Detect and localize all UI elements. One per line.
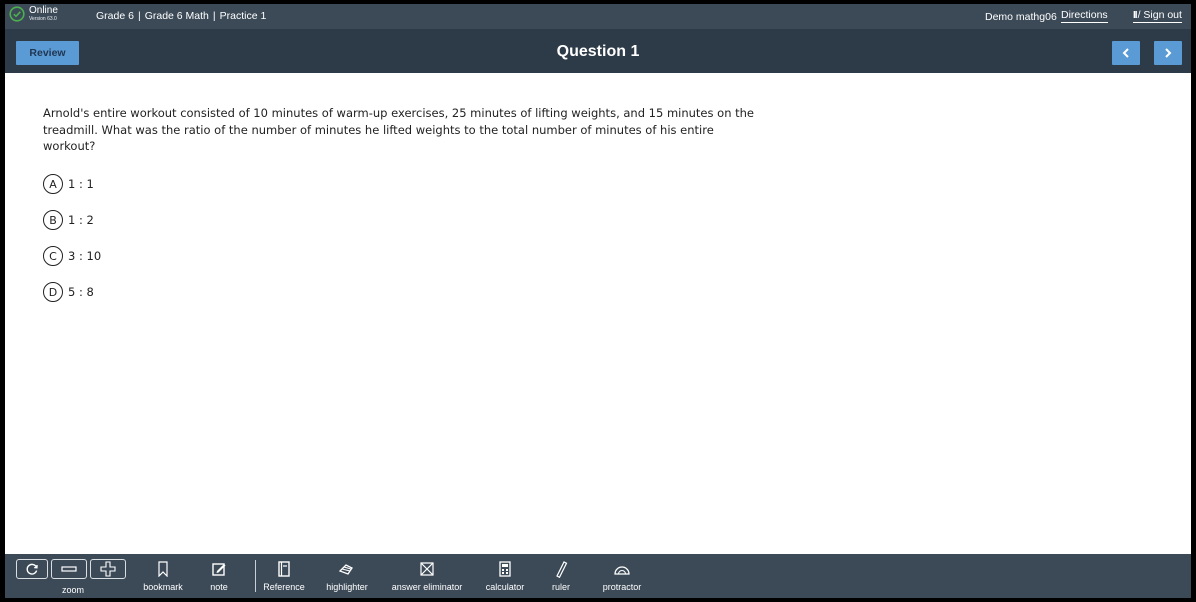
- status-version-label: Version 63.0: [29, 16, 57, 22]
- sign-out-label: / Sign out: [1137, 9, 1182, 21]
- check-circle-icon: [9, 6, 25, 22]
- bookmark-label: bookmark: [143, 582, 183, 592]
- minus-icon: [61, 566, 77, 572]
- toolbar-divider: [255, 560, 256, 592]
- option-letter-circle: A: [43, 174, 63, 194]
- option-text: 1 : 2: [68, 213, 94, 227]
- status-text: Online Version 63.0: [29, 6, 58, 22]
- option-text: 5 : 8: [68, 285, 94, 299]
- highlighter-label: highlighter: [326, 582, 368, 592]
- zoom-controls: [16, 559, 126, 579]
- next-question-button[interactable]: [1154, 41, 1182, 65]
- bookmark-icon: [157, 560, 169, 578]
- top-status-bar: Online Version 63.0 Grade 6 | Grade 6 Ma…: [5, 4, 1191, 29]
- reference-label: Reference: [263, 582, 305, 592]
- answer-eliminator-label: answer eliminator: [391, 582, 463, 592]
- option-letter-circle: C: [43, 246, 63, 266]
- breadcrumb-grade: Grade 6: [96, 10, 134, 22]
- note-tool[interactable]: note: [204, 554, 234, 598]
- protractor-label: protractor: [602, 582, 642, 592]
- ruler-tool[interactable]: ruler: [546, 554, 576, 598]
- breadcrumb-separator: |: [212, 10, 216, 22]
- user-name: Demo mathg06: [985, 11, 1057, 23]
- reference-book-icon: [277, 560, 291, 578]
- zoom-in-button[interactable]: [90, 559, 126, 579]
- connection-status: Online Version 63.0: [9, 6, 58, 22]
- highlighter-tool[interactable]: highlighter: [319, 554, 375, 598]
- app-frame: Online Version 63.0 Grade 6 | Grade 6 Ma…: [5, 4, 1191, 598]
- breadcrumb-subject: Grade 6 Math: [144, 10, 209, 22]
- breadcrumb-separator: |: [137, 10, 141, 22]
- sign-out-link[interactable]: II / Sign out: [1133, 9, 1182, 23]
- option-text: 3 : 10: [68, 249, 102, 263]
- breadcrumb-test: Practice 1: [219, 10, 267, 22]
- answer-option-b[interactable]: B 1 : 2: [43, 210, 94, 230]
- note-label: note: [210, 582, 228, 592]
- refresh-icon: [26, 563, 38, 575]
- zoom-reset-button[interactable]: [16, 559, 48, 579]
- answer-option-d[interactable]: D 5 : 8: [43, 282, 94, 302]
- option-letter-circle: B: [43, 210, 63, 230]
- answer-eliminator-icon: [419, 560, 435, 578]
- ruler-icon: [554, 560, 568, 578]
- answer-option-a[interactable]: A 1 : 1: [43, 174, 94, 194]
- chevron-left-icon: [1122, 48, 1129, 58]
- zoom-label: zoom: [62, 585, 85, 595]
- zoom-out-button[interactable]: [51, 559, 87, 579]
- calculator-label: calculator: [485, 582, 525, 592]
- answer-eliminator-tool[interactable]: answer eliminator: [381, 554, 473, 598]
- previous-question-button[interactable]: [1112, 41, 1140, 65]
- protractor-icon: [613, 560, 631, 578]
- option-text: 1 : 1: [68, 177, 94, 191]
- note-icon: [211, 560, 227, 578]
- question-title: Question 1: [556, 43, 640, 60]
- answer-option-c[interactable]: C 3 : 10: [43, 246, 101, 266]
- ruler-label: ruler: [551, 582, 570, 592]
- breadcrumb: Grade 6 | Grade 6 Math | Practice 1: [96, 10, 266, 22]
- calculator-tool[interactable]: calculator: [480, 554, 530, 598]
- chevron-right-icon: [1165, 48, 1172, 58]
- option-letter-circle: D: [43, 282, 63, 302]
- directions-link[interactable]: Directions: [1061, 9, 1108, 23]
- pause-icon: II: [1133, 9, 1137, 21]
- tool-bar: zoom bookmark note Reference highlighter…: [5, 554, 1191, 598]
- status-online-label: Online: [29, 5, 58, 16]
- highlighter-icon: [338, 560, 356, 578]
- protractor-tool[interactable]: protractor: [596, 554, 648, 598]
- review-button[interactable]: Review: [16, 41, 79, 65]
- question-stem: Arnold's entire workout consisted of 10 …: [43, 106, 755, 153]
- calculator-icon: [499, 560, 511, 578]
- reference-tool[interactable]: Reference: [259, 554, 309, 598]
- plus-icon: [100, 561, 116, 577]
- question-header: Question 1 Review: [5, 33, 1191, 73]
- bookmark-tool[interactable]: bookmark: [137, 554, 189, 598]
